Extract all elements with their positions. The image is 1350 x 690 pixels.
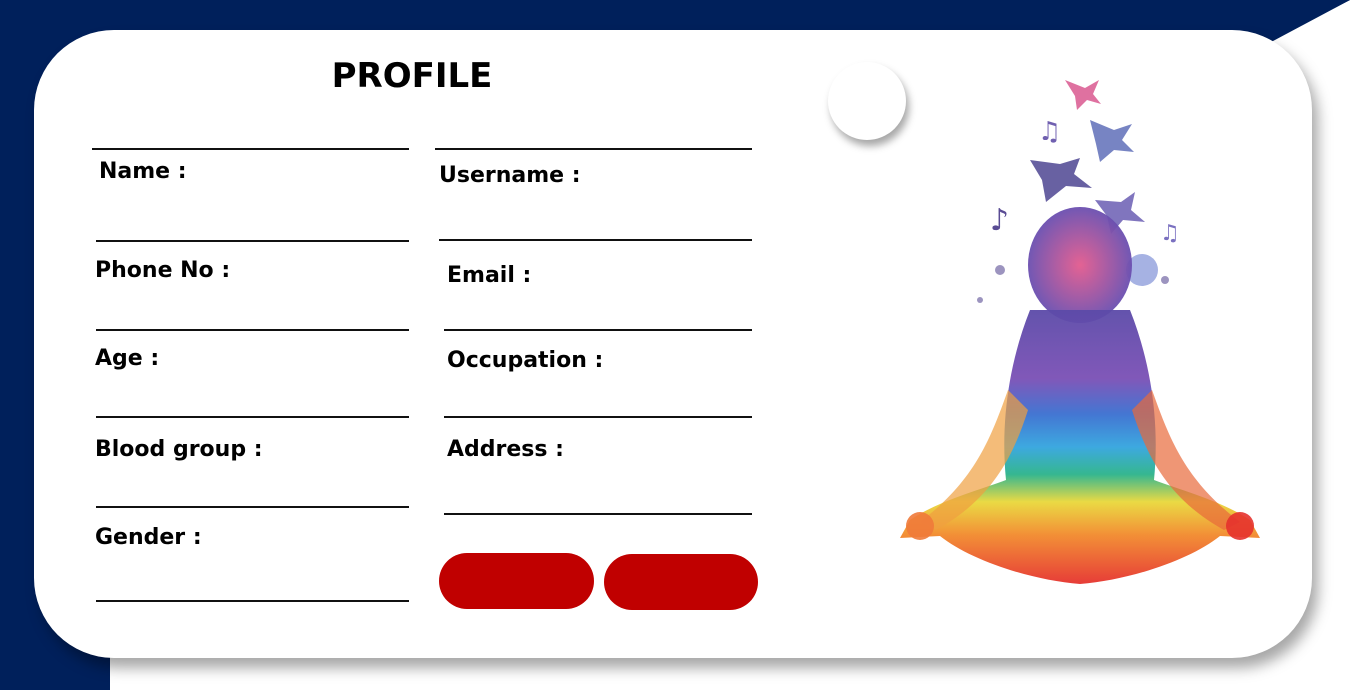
blood-group-input-line[interactable] — [96, 506, 409, 508]
name-label: Name : — [99, 159, 187, 184]
svg-text:♫: ♫ — [1038, 117, 1061, 147]
name-input-line[interactable] — [96, 240, 409, 242]
gender-label: Gender : — [95, 525, 202, 550]
svg-text:♫: ♫ — [1160, 221, 1180, 246]
blood-group-label: Blood group : — [95, 437, 263, 462]
occupation-label: Occupation : — [447, 348, 604, 373]
gender-input-line[interactable] — [96, 600, 409, 602]
age-input-line[interactable] — [96, 416, 409, 418]
email-label: Email : — [447, 263, 532, 288]
username-input-line[interactable] — [439, 239, 752, 241]
divider-top-left — [92, 148, 409, 150]
username-label: Username : — [439, 163, 581, 188]
meditation-figure-illustration: ♫ ♪ ♫ — [900, 80, 1260, 584]
address-label: Address : — [447, 437, 564, 462]
occupation-input-line[interactable] — [444, 416, 752, 418]
age-label: Age : — [95, 346, 160, 371]
phone-label: Phone No : — [95, 258, 231, 283]
phone-input-line[interactable] — [96, 329, 409, 331]
primary-button[interactable] — [439, 553, 594, 609]
page-title: PROFILE — [331, 56, 493, 96]
divider-top-right — [435, 148, 752, 150]
secondary-button[interactable] — [604, 554, 758, 610]
email-input-line[interactable] — [444, 329, 752, 331]
svg-text:♪: ♪ — [990, 203, 1009, 238]
address-input-line[interactable] — [444, 513, 752, 515]
